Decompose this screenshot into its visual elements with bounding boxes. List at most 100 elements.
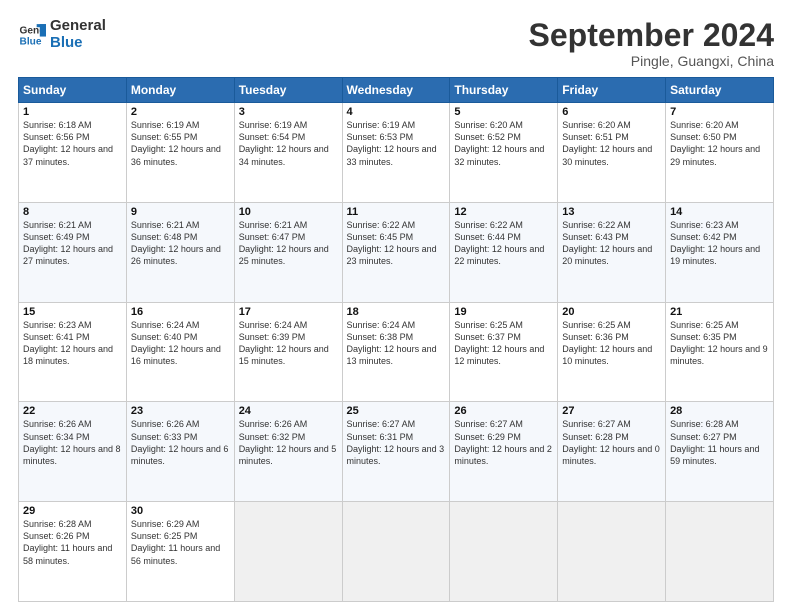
calendar-week-row: 15Sunrise: 6:23 AMSunset: 6:41 PMDayligh… (19, 302, 774, 402)
day-info: Sunrise: 6:22 AMSunset: 6:43 PMDaylight:… (562, 219, 661, 268)
logo: General Blue General Blue (18, 18, 106, 51)
col-monday: Monday (126, 78, 234, 103)
table-row: 26Sunrise: 6:27 AMSunset: 6:29 PMDayligh… (450, 402, 558, 502)
day-number: 21 (670, 306, 769, 318)
day-info: Sunrise: 6:27 AMSunset: 6:31 PMDaylight:… (347, 418, 446, 467)
day-number: 25 (347, 405, 446, 417)
day-info: Sunrise: 6:20 AMSunset: 6:52 PMDaylight:… (454, 119, 553, 168)
table-row: 30Sunrise: 6:29 AMSunset: 6:25 PMDayligh… (126, 502, 234, 602)
table-row: 4Sunrise: 6:19 AMSunset: 6:53 PMDaylight… (342, 103, 450, 203)
table-row: 24Sunrise: 6:26 AMSunset: 6:32 PMDayligh… (234, 402, 342, 502)
table-row: 25Sunrise: 6:27 AMSunset: 6:31 PMDayligh… (342, 402, 450, 502)
svg-text:Blue: Blue (20, 36, 42, 47)
day-number: 16 (131, 306, 230, 318)
day-number: 24 (239, 405, 338, 417)
calendar-table: Sunday Monday Tuesday Wednesday Thursday… (18, 77, 774, 602)
day-number: 20 (562, 306, 661, 318)
day-info: Sunrise: 6:22 AMSunset: 6:44 PMDaylight:… (454, 219, 553, 268)
day-info: Sunrise: 6:23 AMSunset: 6:42 PMDaylight:… (670, 219, 769, 268)
day-number: 12 (454, 206, 553, 218)
table-row: 20Sunrise: 6:25 AMSunset: 6:36 PMDayligh… (558, 302, 666, 402)
page: General Blue General Blue September 2024… (0, 0, 792, 612)
day-number: 18 (347, 306, 446, 318)
day-number: 30 (131, 505, 230, 517)
col-friday: Friday (558, 78, 666, 103)
day-info: Sunrise: 6:21 AMSunset: 6:48 PMDaylight:… (131, 219, 230, 268)
table-row: 19Sunrise: 6:25 AMSunset: 6:37 PMDayligh… (450, 302, 558, 402)
table-row: 6Sunrise: 6:20 AMSunset: 6:51 PMDaylight… (558, 103, 666, 203)
day-info: Sunrise: 6:28 AMSunset: 6:26 PMDaylight:… (23, 518, 122, 567)
day-number: 9 (131, 206, 230, 218)
month-title: September 2024 (529, 18, 774, 53)
day-number: 13 (562, 206, 661, 218)
calendar-week-row: 8Sunrise: 6:21 AMSunset: 6:49 PMDaylight… (19, 202, 774, 302)
title-block: September 2024 Pingle, Guangxi, China (529, 18, 774, 69)
day-info: Sunrise: 6:19 AMSunset: 6:53 PMDaylight:… (347, 119, 446, 168)
table-row (234, 502, 342, 602)
day-info: Sunrise: 6:25 AMSunset: 6:35 PMDaylight:… (670, 319, 769, 368)
table-row: 5Sunrise: 6:20 AMSunset: 6:52 PMDaylight… (450, 103, 558, 203)
day-number: 27 (562, 405, 661, 417)
table-row: 16Sunrise: 6:24 AMSunset: 6:40 PMDayligh… (126, 302, 234, 402)
day-info: Sunrise: 6:27 AMSunset: 6:28 PMDaylight:… (562, 418, 661, 467)
table-row: 18Sunrise: 6:24 AMSunset: 6:38 PMDayligh… (342, 302, 450, 402)
location-subtitle: Pingle, Guangxi, China (529, 53, 774, 69)
table-row: 10Sunrise: 6:21 AMSunset: 6:47 PMDayligh… (234, 202, 342, 302)
day-number: 29 (23, 505, 122, 517)
table-row: 22Sunrise: 6:26 AMSunset: 6:34 PMDayligh… (19, 402, 127, 502)
day-number: 23 (131, 405, 230, 417)
day-info: Sunrise: 6:27 AMSunset: 6:29 PMDaylight:… (454, 418, 553, 467)
day-info: Sunrise: 6:21 AMSunset: 6:47 PMDaylight:… (239, 219, 338, 268)
day-info: Sunrise: 6:21 AMSunset: 6:49 PMDaylight:… (23, 219, 122, 268)
table-row: 8Sunrise: 6:21 AMSunset: 6:49 PMDaylight… (19, 202, 127, 302)
day-info: Sunrise: 6:19 AMSunset: 6:54 PMDaylight:… (239, 119, 338, 168)
table-row: 15Sunrise: 6:23 AMSunset: 6:41 PMDayligh… (19, 302, 127, 402)
day-info: Sunrise: 6:20 AMSunset: 6:50 PMDaylight:… (670, 119, 769, 168)
day-info: Sunrise: 6:29 AMSunset: 6:25 PMDaylight:… (131, 518, 230, 567)
day-info: Sunrise: 6:25 AMSunset: 6:37 PMDaylight:… (454, 319, 553, 368)
table-row: 9Sunrise: 6:21 AMSunset: 6:48 PMDaylight… (126, 202, 234, 302)
col-wednesday: Wednesday (342, 78, 450, 103)
day-number: 10 (239, 206, 338, 218)
day-number: 2 (131, 106, 230, 118)
day-info: Sunrise: 6:19 AMSunset: 6:55 PMDaylight:… (131, 119, 230, 168)
calendar-week-row: 22Sunrise: 6:26 AMSunset: 6:34 PMDayligh… (19, 402, 774, 502)
day-number: 11 (347, 206, 446, 218)
day-number: 19 (454, 306, 553, 318)
day-info: Sunrise: 6:25 AMSunset: 6:36 PMDaylight:… (562, 319, 661, 368)
day-info: Sunrise: 6:24 AMSunset: 6:39 PMDaylight:… (239, 319, 338, 368)
table-row: 12Sunrise: 6:22 AMSunset: 6:44 PMDayligh… (450, 202, 558, 302)
day-info: Sunrise: 6:24 AMSunset: 6:40 PMDaylight:… (131, 319, 230, 368)
table-row: 23Sunrise: 6:26 AMSunset: 6:33 PMDayligh… (126, 402, 234, 502)
day-info: Sunrise: 6:28 AMSunset: 6:27 PMDaylight:… (670, 418, 769, 467)
header: General Blue General Blue September 2024… (18, 18, 774, 69)
day-number: 22 (23, 405, 122, 417)
calendar-week-row: 29Sunrise: 6:28 AMSunset: 6:26 PMDayligh… (19, 502, 774, 602)
day-info: Sunrise: 6:24 AMSunset: 6:38 PMDaylight:… (347, 319, 446, 368)
day-number: 28 (670, 405, 769, 417)
day-info: Sunrise: 6:26 AMSunset: 6:34 PMDaylight:… (23, 418, 122, 467)
table-row: 1Sunrise: 6:18 AMSunset: 6:56 PMDaylight… (19, 103, 127, 203)
day-number: 5 (454, 106, 553, 118)
logo-line2: Blue (50, 35, 106, 52)
table-row (666, 502, 774, 602)
logo-icon: General Blue (18, 21, 46, 49)
day-number: 7 (670, 106, 769, 118)
day-info: Sunrise: 6:23 AMSunset: 6:41 PMDaylight:… (23, 319, 122, 368)
day-number: 4 (347, 106, 446, 118)
day-info: Sunrise: 6:26 AMSunset: 6:33 PMDaylight:… (131, 418, 230, 467)
table-row (342, 502, 450, 602)
logo-line1: General (50, 18, 106, 35)
table-row: 3Sunrise: 6:19 AMSunset: 6:54 PMDaylight… (234, 103, 342, 203)
day-info: Sunrise: 6:26 AMSunset: 6:32 PMDaylight:… (239, 418, 338, 467)
day-info: Sunrise: 6:20 AMSunset: 6:51 PMDaylight:… (562, 119, 661, 168)
table-row: 28Sunrise: 6:28 AMSunset: 6:27 PMDayligh… (666, 402, 774, 502)
col-thursday: Thursday (450, 78, 558, 103)
col-saturday: Saturday (666, 78, 774, 103)
table-row: 7Sunrise: 6:20 AMSunset: 6:50 PMDaylight… (666, 103, 774, 203)
table-row: 27Sunrise: 6:27 AMSunset: 6:28 PMDayligh… (558, 402, 666, 502)
table-row: 11Sunrise: 6:22 AMSunset: 6:45 PMDayligh… (342, 202, 450, 302)
day-number: 17 (239, 306, 338, 318)
table-row: 14Sunrise: 6:23 AMSunset: 6:42 PMDayligh… (666, 202, 774, 302)
day-info: Sunrise: 6:22 AMSunset: 6:45 PMDaylight:… (347, 219, 446, 268)
